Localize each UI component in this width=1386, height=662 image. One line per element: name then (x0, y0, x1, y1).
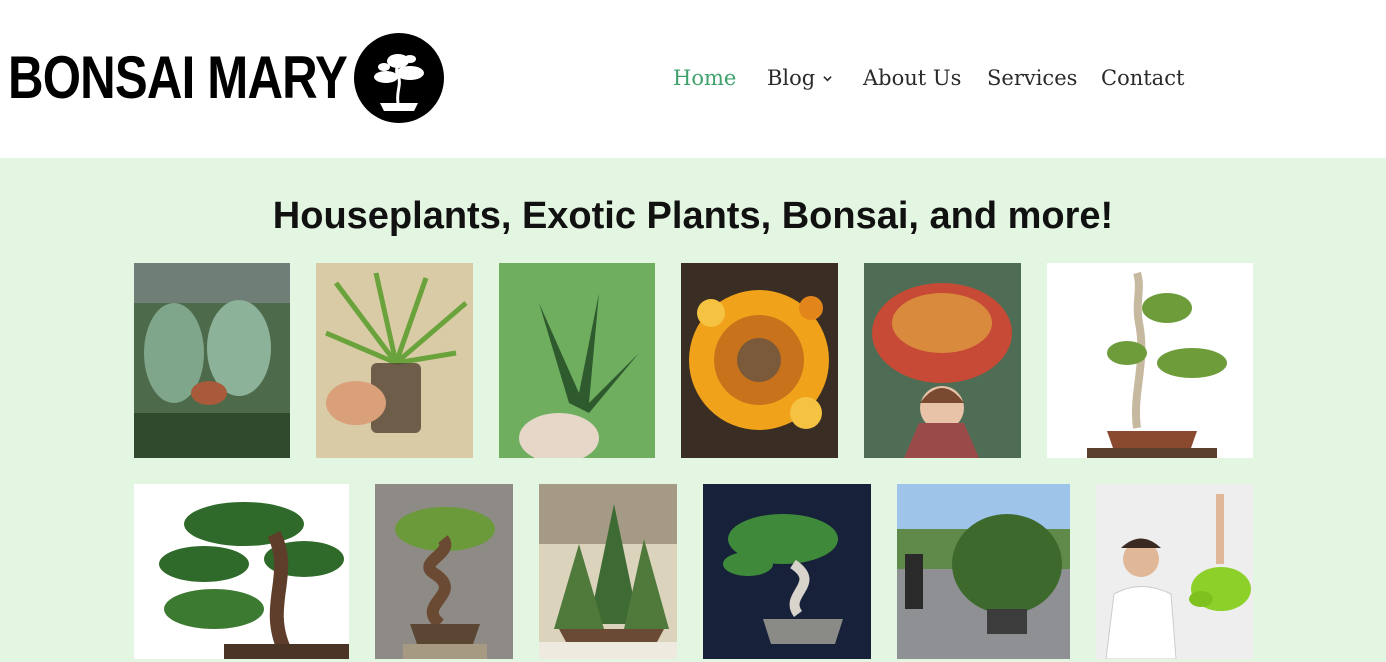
gallery-image-spider-plant-in-jar[interactable] (316, 263, 473, 458)
site-header: BONSAI MARY Home Blog About Us Services … (0, 0, 1386, 158)
gallery-image-aloe-succulent-in-hand[interactable] (499, 263, 655, 458)
hero-section: Houseplants, Exotic Plants, Bonsai, and … (0, 158, 1386, 662)
gallery-image-variegated-leaf-houseplant[interactable] (134, 263, 290, 458)
nav-item-about-us[interactable]: About Us (863, 58, 961, 98)
nav-item-contact[interactable]: Contact (1101, 58, 1184, 98)
hero-headline: Houseplants, Exotic Plants, Bonsai, and … (272, 195, 1114, 237)
main-nav: Home Blog About Us Services Contact (0, 58, 1386, 98)
gallery-image-orange-cactus-flowers[interactable] (681, 263, 838, 458)
gallery-image-man-holding-pothos[interactable] (1096, 484, 1253, 659)
gallery-image-twisted-trunk-bonsai[interactable] (375, 484, 513, 659)
nav-item-home[interactable]: Home (673, 58, 736, 98)
gallery-image-large-shrub-outdoors[interactable] (897, 484, 1070, 659)
gallery-image-pitcher-plant-on-head[interactable] (864, 263, 1021, 458)
nav-item-blog[interactable]: Blog (767, 58, 815, 98)
gallery-image-spruce-forest-bonsai[interactable] (539, 484, 677, 659)
nav-item-services[interactable]: Services (987, 58, 1077, 98)
gallery-image-bonsai-dark-bg[interactable] (703, 484, 871, 659)
gallery-image-juniper-bonsai-large[interactable] (134, 484, 349, 659)
chevron-down-icon[interactable] (823, 74, 832, 83)
gallery-image-juniper-bonsai-white-bg[interactable] (1047, 263, 1253, 458)
